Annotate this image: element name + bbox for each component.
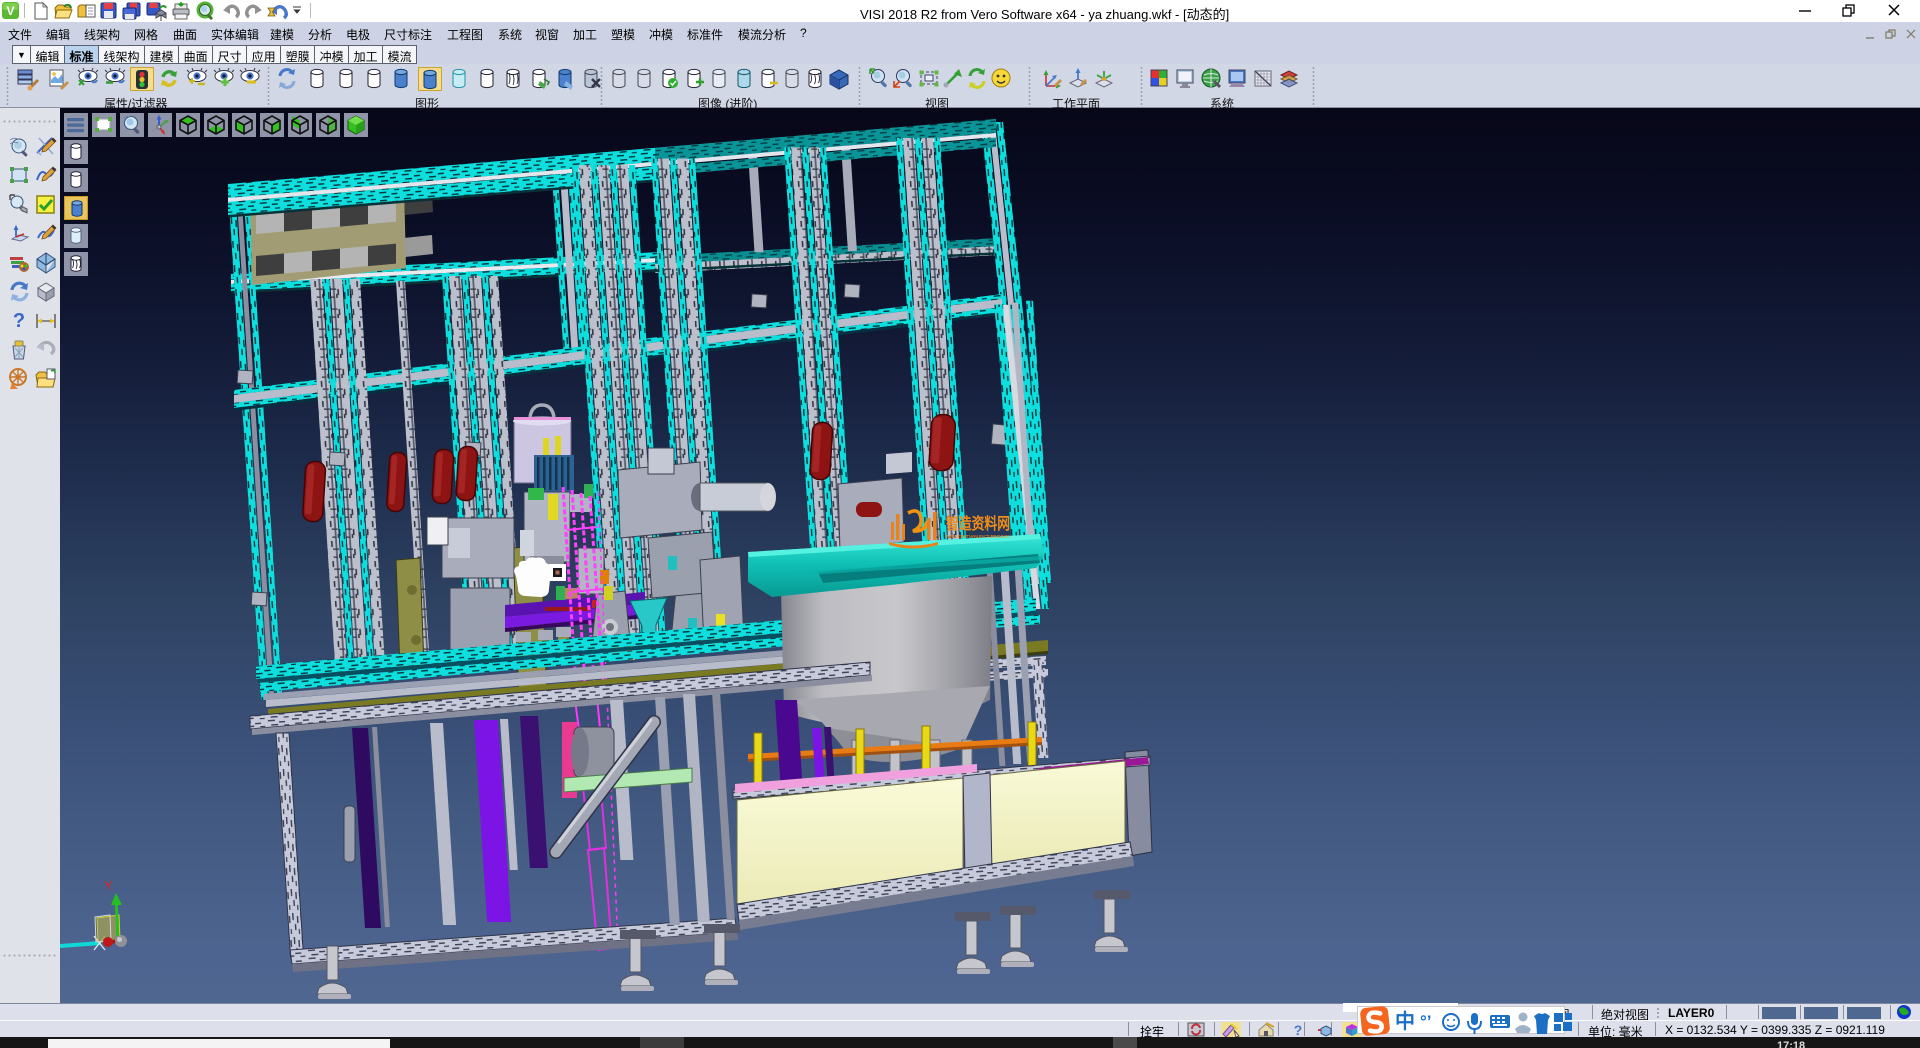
svg-text:V: V xyxy=(6,4,14,18)
svg-text:?: ? xyxy=(1294,1022,1303,1037)
svg-text:°’: °’ xyxy=(1420,1012,1432,1031)
svg-text:?: ? xyxy=(13,310,25,332)
svg-text:Y: Y xyxy=(104,878,113,893)
svg-text:智造资料网: 智造资料网 xyxy=(946,514,1010,533)
svg-text:INTELLIGENT MANUFACTURING DATA: INTELLIGENT MANUFACTURING DATA xyxy=(946,534,1010,539)
svg-text:中: 中 xyxy=(1395,1009,1415,1033)
